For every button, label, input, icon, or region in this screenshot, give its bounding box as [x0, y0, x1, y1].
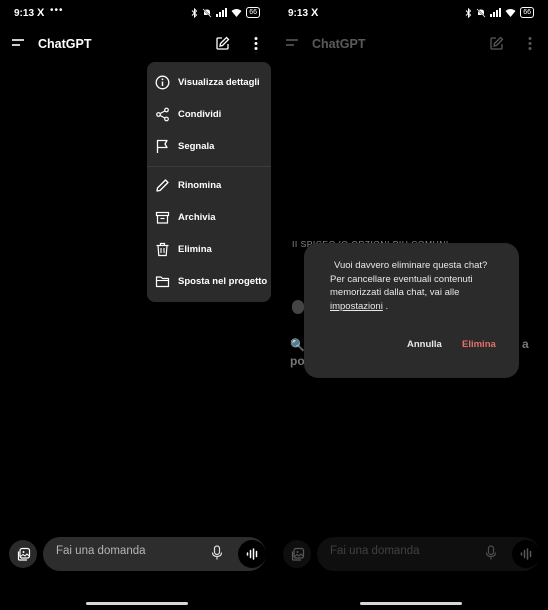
mute-icon	[476, 7, 486, 18]
new-chat-icon[interactable]	[489, 36, 504, 51]
dialog-message: Vuoi davvero eliminare questa chat? Per …	[330, 259, 506, 313]
voice-waveform-icon	[246, 548, 257, 560]
battery-indicator: 66	[520, 7, 534, 18]
more-options-icon[interactable]	[523, 36, 537, 51]
app-title: ChatGPT	[38, 37, 92, 51]
mic-icon[interactable]	[211, 545, 223, 561]
info-icon	[155, 75, 170, 89]
status-icons: 66	[465, 7, 534, 18]
menu-item-label: Archivia	[178, 211, 216, 223]
folder-icon	[155, 275, 170, 287]
options-menu: Visualizza dettagli Condividi Segnala Ri…	[147, 62, 271, 302]
right-screen: 9:13 X 66 ChatGPT II SPICEO IO OPZIONI P…	[274, 0, 548, 610]
menu-item-share[interactable]: Condividi	[147, 98, 271, 130]
menu-item-label: Rinomina	[178, 179, 222, 191]
new-chat-icon[interactable]	[215, 36, 230, 51]
x-app-icon: X	[37, 7, 45, 19]
flag-icon	[156, 139, 168, 153]
home-indicator	[86, 602, 188, 605]
dialog-tail: .	[382, 300, 389, 312]
cancel-button[interactable]: Annulla	[407, 339, 442, 350]
voice-mode-button[interactable]	[512, 540, 540, 568]
battery-indicator: 66	[246, 7, 260, 18]
status-time: 9:13	[288, 8, 309, 19]
voice-waveform-icon	[520, 548, 531, 560]
mute-icon	[202, 7, 212, 18]
mic-icon[interactable]	[485, 545, 497, 561]
message-input[interactable]	[56, 545, 196, 557]
status-bar: 9:13 X ••• 66	[0, 0, 274, 26]
x-app-icon: X	[311, 7, 319, 19]
left-screen: 9:13 X ••• 66 ChatGPT Visualizza dettagl…	[0, 0, 274, 610]
home-indicator	[360, 602, 462, 605]
bluetooth-icon	[465, 7, 472, 18]
status-icons: 66	[191, 7, 260, 18]
attach-button[interactable]	[283, 540, 311, 568]
wifi-icon	[231, 9, 242, 17]
signal-icon	[490, 8, 502, 17]
attach-button[interactable]	[9, 540, 37, 568]
composer	[274, 537, 548, 571]
background-question-right: a	[522, 337, 529, 351]
menu-item-archive[interactable]: Archivia	[147, 201, 271, 233]
sidebar-menu-icon[interactable]	[12, 38, 25, 48]
menu-item-rename[interactable]: Rinomina	[147, 169, 271, 201]
menu-item-move-to-project[interactable]: Sposta nel progetto	[147, 265, 271, 297]
menu-item-label: Sposta nel progetto	[178, 275, 268, 287]
composer	[0, 537, 274, 571]
delete-confirm-dialog: Vuoi davvero eliminare questa chat? Per …	[304, 243, 519, 378]
trash-icon	[156, 242, 169, 256]
settings-link[interactable]: impostazioni	[330, 301, 383, 312]
bluetooth-icon	[191, 7, 198, 18]
menu-divider	[147, 166, 271, 167]
voice-mode-button[interactable]	[238, 540, 266, 568]
menu-item-view-details[interactable]: Visualizza dettagli	[147, 66, 271, 98]
menu-item-report[interactable]: Segnala	[147, 130, 271, 162]
more-notifications-icon: •••	[50, 5, 64, 16]
menu-item-label: Elimina	[178, 243, 212, 255]
signal-icon	[216, 8, 228, 17]
wifi-icon	[505, 9, 516, 17]
background-question-left: 🔍 po	[290, 338, 305, 368]
message-input-box	[43, 537, 266, 571]
status-bar: 9:13 X 66	[274, 0, 548, 26]
dialog-question: Vuoi davvero eliminare questa chat?	[334, 260, 488, 271]
more-options-icon[interactable]	[249, 36, 263, 51]
top-bar: ChatGPT	[0, 30, 274, 58]
dialog-body: Per cancellare eventuali contenuti memor…	[330, 273, 473, 299]
top-bar: ChatGPT	[274, 30, 548, 58]
delete-button[interactable]: Elimina	[462, 339, 496, 350]
background-emoji	[292, 300, 304, 314]
pencil-icon	[156, 178, 169, 192]
images-icon	[17, 547, 30, 561]
status-time: 9:13	[14, 8, 35, 19]
share-icon	[156, 107, 169, 121]
message-input[interactable]	[330, 545, 470, 557]
menu-item-label: Visualizza dettagli	[178, 76, 260, 88]
menu-item-delete[interactable]: Elimina	[147, 233, 271, 265]
menu-item-label: Segnala	[178, 140, 215, 152]
app-title: ChatGPT	[312, 37, 366, 51]
message-input-box	[317, 537, 540, 571]
menu-item-label: Condividi	[178, 108, 222, 120]
archive-icon	[155, 211, 170, 224]
sidebar-menu-icon[interactable]	[286, 38, 299, 48]
images-icon	[291, 547, 304, 561]
